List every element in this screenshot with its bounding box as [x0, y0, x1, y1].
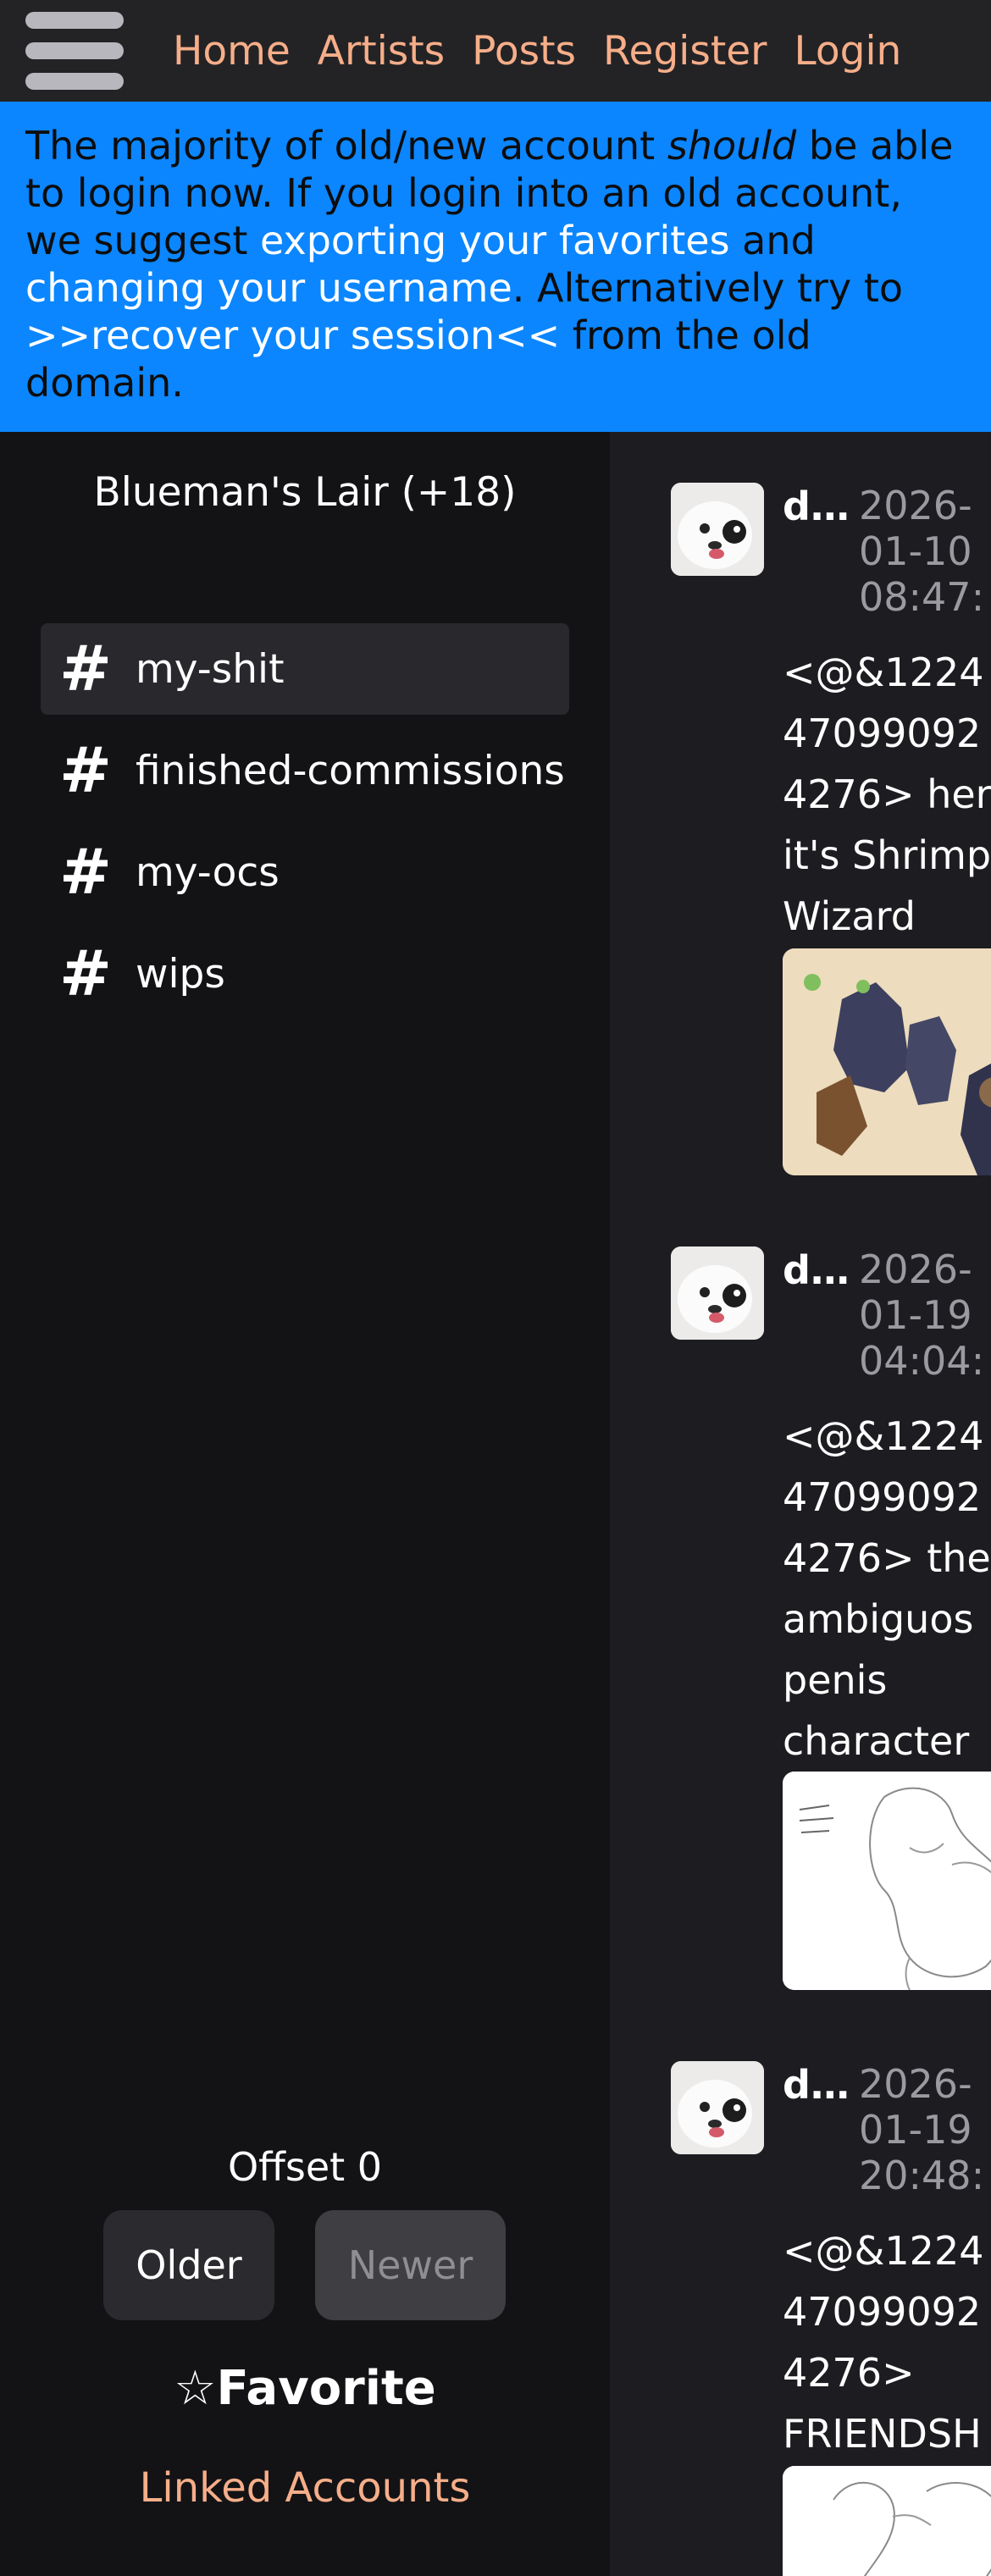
banner-text: . Alternatively try to: [512, 265, 903, 311]
hamburger-menu-icon[interactable]: [25, 12, 124, 90]
change-username-link[interactable]: changing your username: [25, 265, 512, 311]
favorite-button[interactable]: ☆Favorite: [0, 2361, 610, 2416]
nav-link-register[interactable]: Register: [603, 28, 767, 75]
server-sidebar: Blueman's Lair (+18) # my-shit # finishe…: [0, 432, 610, 2576]
channel-item-my-ocs[interactable]: # my-ocs: [41, 826, 569, 918]
avatar[interactable]: [671, 1247, 764, 1340]
hash-icon: #: [59, 836, 113, 909]
avatar[interactable]: [671, 2061, 764, 2154]
message-timestamp: 2026- 01-19 04:04:: [859, 1247, 985, 1384]
channel-item-wips[interactable]: # wips: [41, 928, 569, 1020]
server-name: Blueman's Lair (+18): [93, 469, 517, 516]
message-timestamp: 2026- 01-19 20:48:: [859, 2061, 985, 2198]
channel-label: my-shit: [136, 645, 285, 693]
message-attachment-image[interactable]: [783, 1772, 991, 1990]
message-author[interactable]: d…: [783, 2061, 850, 2109]
newer-button[interactable]: Newer: [315, 2210, 506, 2320]
export-favorites-link[interactable]: exporting your favorites: [260, 218, 730, 263]
message-body: <@&1224 47099092 4276> her it's Shrimp W…: [783, 650, 991, 939]
banner-emphasis: should: [667, 123, 797, 169]
nav-link-home[interactable]: Home: [173, 28, 291, 75]
nav-link-artists[interactable]: Artists: [318, 28, 445, 75]
nav-links: Home Artists Posts Register Login: [173, 0, 901, 102]
channel-item-my-shit[interactable]: # my-shit: [41, 623, 569, 715]
banner-text: and: [729, 218, 816, 263]
hash-icon: #: [59, 633, 113, 705]
older-button[interactable]: Older: [103, 2210, 274, 2320]
message-timestamp: 2026- 01-10 08:47:: [859, 483, 985, 620]
channel-item-finished-commissions[interactable]: # finished-commissions: [41, 725, 569, 816]
message-body: <@&1224 47099092 4276> FRIENDSH: [783, 2228, 984, 2457]
recover-session-link[interactable]: >>recover your session<<: [25, 312, 560, 358]
channel-list: # my-shit # finished-commissions # my-oc…: [41, 623, 569, 1030]
offset-label: Offset 0: [227, 2144, 383, 2190]
message-attachment-image[interactable]: [783, 948, 991, 1175]
message-item: d… 2026- 01-19 04:04: <@&1224 47099092 4…: [671, 1247, 991, 2009]
channel-label: wips: [136, 950, 225, 998]
banner-text: The majority of old/new account: [25, 123, 667, 169]
nav-link-posts[interactable]: Posts: [472, 28, 576, 75]
channel-label: my-ocs: [136, 849, 280, 896]
message-author[interactable]: d…: [783, 1247, 850, 1294]
message-author[interactable]: d…: [783, 483, 850, 530]
message-attachment-image[interactable]: [783, 2466, 991, 2576]
channel-label: finished-commissions: [136, 747, 565, 794]
message-item: d… 2026- 01-10 08:47: <@&1224 47099092 4…: [671, 483, 991, 1211]
message-body: <@&1224 47099092 4276> the ambiguos peni…: [783, 1413, 991, 1764]
hash-icon: #: [59, 734, 113, 807]
top-navigation: Home Artists Posts Register Login: [0, 0, 991, 102]
hash-icon: #: [59, 937, 113, 1010]
pagination: Older Newer: [0, 2210, 610, 2320]
announcement-banner: The majority of old/new account should b…: [0, 102, 991, 432]
nav-link-login[interactable]: Login: [794, 28, 902, 75]
avatar[interactable]: [671, 483, 764, 576]
message-item: d… 2026- 01-19 20:48: <@&1224 47099092 4…: [671, 2061, 991, 2576]
linked-accounts-link[interactable]: Linked Accounts: [0, 2464, 610, 2512]
message-feed: d… 2026- 01-10 08:47: <@&1224 47099092 4…: [610, 432, 991, 2576]
main-area: Blueman's Lair (+18) # my-shit # finishe…: [0, 432, 991, 2576]
